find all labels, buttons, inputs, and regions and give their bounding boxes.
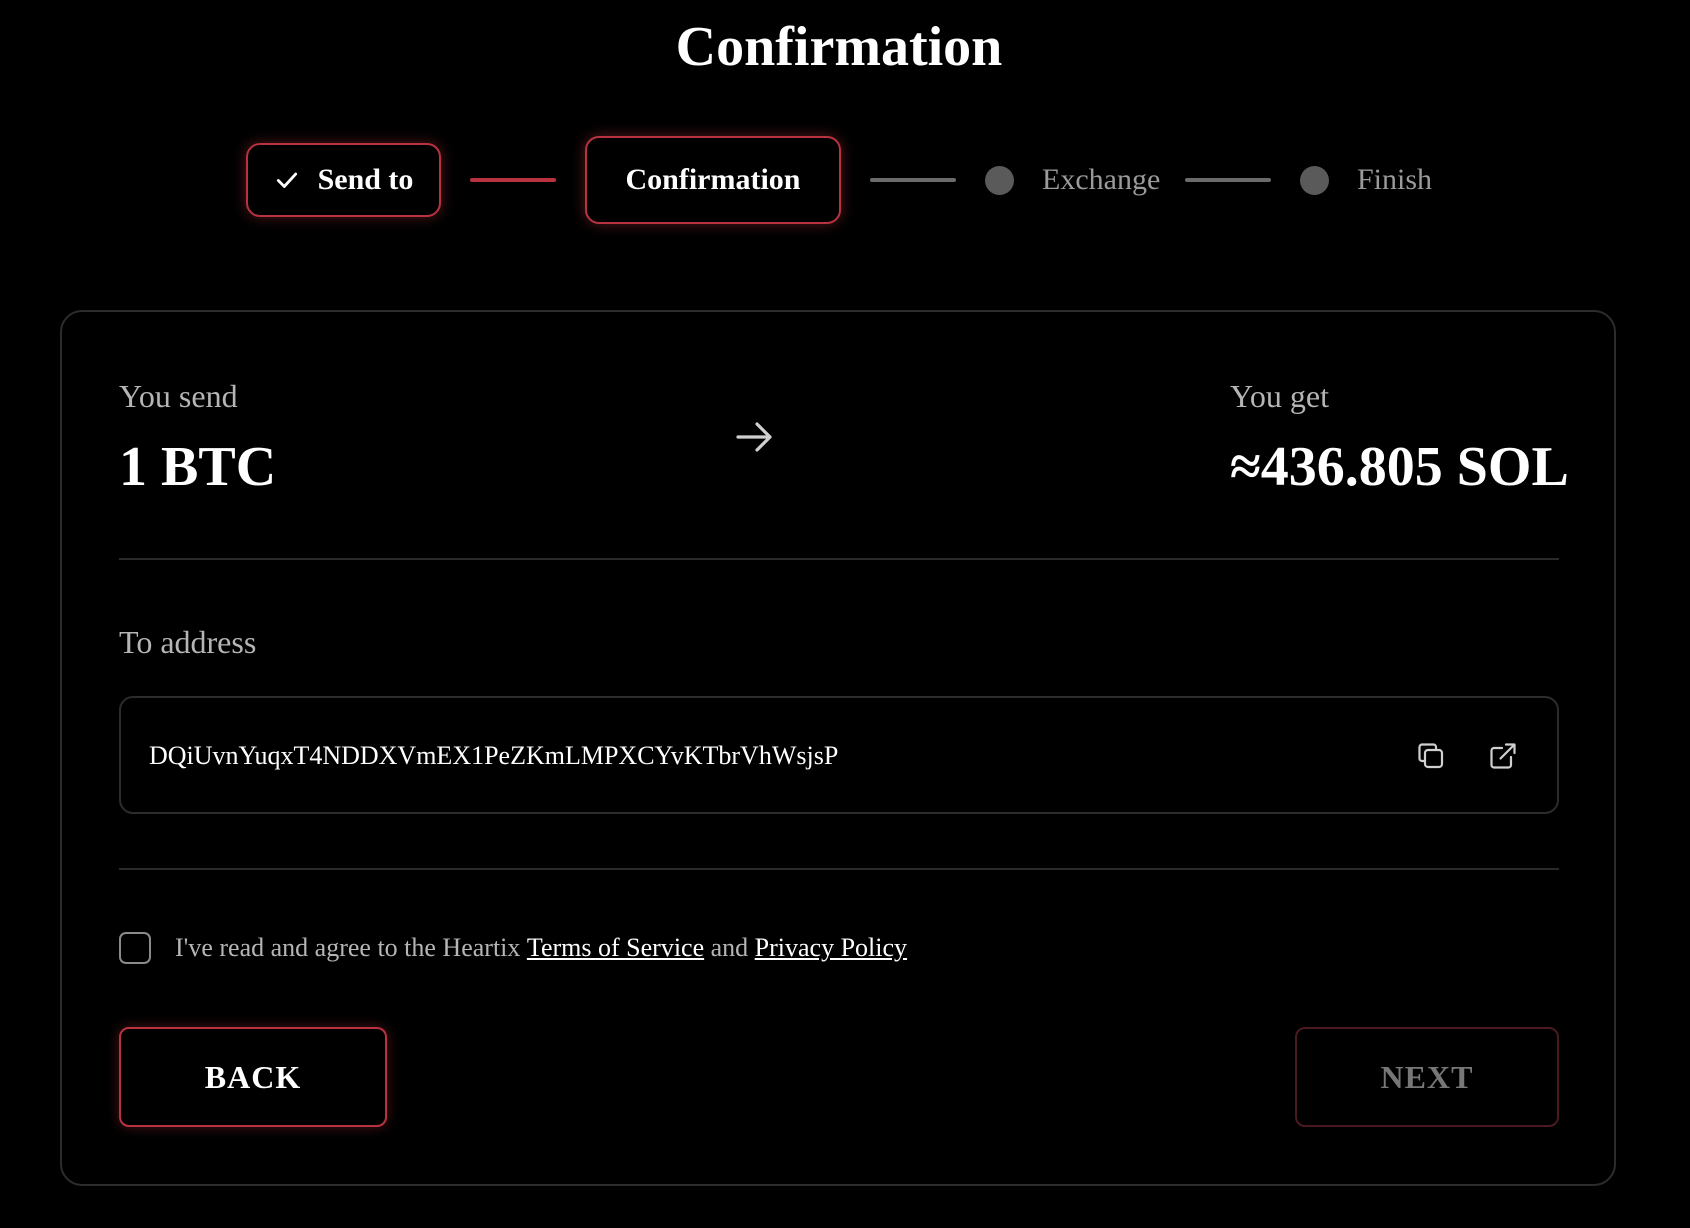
step-connector-pending [870,178,956,182]
you-get-label: You get [1230,378,1329,414]
get-amount: ≈436.805 SOL [1230,436,1569,498]
to-address-label: To address [119,624,257,660]
step-connector-pending [1185,178,1271,182]
step-finish-label: Finish [1357,163,1433,196]
address-value[interactable]: DQiUvnYuqxT4NDDXVmEX1PeZKmLMPXCYvKTbrVhW… [149,738,838,774]
step-exchange-dot [985,166,1014,195]
next-button[interactable]: NEXT [1295,1027,1559,1127]
external-link-icon [1490,743,1516,769]
back-button[interactable]: BACK [119,1027,387,1127]
copy-address-button[interactable] [1411,736,1451,776]
confirmation-card: You send 1 BTC You get ≈436.805 SOL To a… [60,310,1616,1186]
step-send-to[interactable]: Send to [246,143,441,217]
terms-agreement-row: I've read and agree to the Heartix Terms… [119,928,907,968]
step-connector-completed [470,178,556,182]
agreement-text-and: and [704,933,755,962]
open-explorer-button[interactable] [1483,736,1523,776]
step-exchange-label: Exchange [1042,163,1161,196]
progress-stepper: Send to Confirmation Exchange Finish [0,0,1690,240]
step-confirmation: Confirmation [585,136,841,224]
arrow-right-icon [736,422,772,452]
step-confirmation-label: Confirmation [625,163,801,196]
agreement-text: I've read and agree to the Heartix [175,933,527,962]
send-amount: 1 BTC [119,436,277,498]
address-display: DQiUvnYuqxT4NDDXVmEX1PeZKmLMPXCYvKTbrVhW… [119,696,1559,814]
divider [119,558,1559,560]
you-send-label: You send [119,378,238,414]
copy-icon [1418,743,1444,769]
step-finish-dot [1300,166,1329,195]
step-send-to-label: Send to [317,163,414,196]
privacy-policy-link[interactable]: Privacy Policy [755,933,907,963]
divider [119,868,1559,870]
terms-checkbox[interactable] [119,932,151,964]
terms-of-service-link[interactable]: Terms of Service [527,933,704,963]
checkmark-icon [276,172,297,188]
